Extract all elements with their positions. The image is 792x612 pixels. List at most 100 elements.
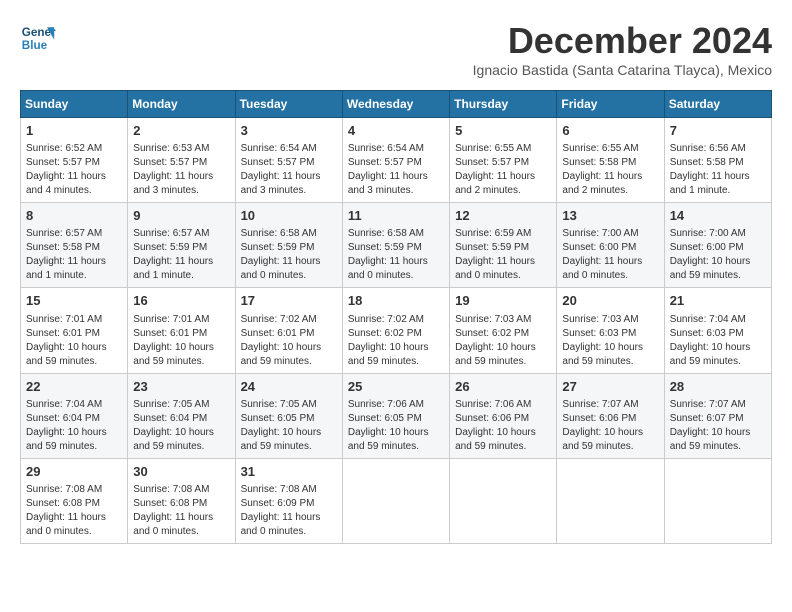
cell-info: Sunset: 6:06 PM [455, 412, 551, 426]
cell-info: Daylight: 10 hours and 59 minutes. [455, 426, 551, 454]
day-number: 11 [348, 207, 444, 225]
day-number: 25 [348, 378, 444, 396]
day-number: 29 [26, 463, 122, 481]
calendar-week-2: 8Sunrise: 6:57 AMSunset: 5:58 PMDaylight… [21, 203, 772, 288]
cell-info: Daylight: 10 hours and 59 minutes. [562, 426, 658, 454]
day-number: 17 [241, 292, 337, 310]
cell-info: Sunset: 6:06 PM [562, 412, 658, 426]
cell-info: Sunrise: 6:53 AM [133, 142, 229, 156]
cell-info: Daylight: 10 hours and 59 minutes. [26, 426, 122, 454]
col-wednesday: Wednesday [342, 91, 449, 118]
day-number: 7 [670, 122, 766, 140]
cell-info: Sunset: 6:02 PM [348, 327, 444, 341]
cell-info: Daylight: 11 hours and 4 minutes. [26, 170, 122, 198]
calendar-cell: 19Sunrise: 7:03 AMSunset: 6:02 PMDayligh… [450, 288, 557, 373]
cell-info: Sunrise: 6:57 AM [26, 227, 122, 241]
day-number: 10 [241, 207, 337, 225]
cell-info: Sunset: 5:57 PM [348, 156, 444, 170]
calendar-cell: 15Sunrise: 7:01 AMSunset: 6:01 PMDayligh… [21, 288, 128, 373]
cell-info: Sunrise: 7:08 AM [241, 483, 337, 497]
cell-info: Sunset: 6:03 PM [562, 327, 658, 341]
cell-info: Sunrise: 6:54 AM [348, 142, 444, 156]
cell-info: Sunset: 6:00 PM [670, 241, 766, 255]
cell-info: Daylight: 11 hours and 1 minute. [26, 255, 122, 283]
cell-info: Sunset: 5:59 PM [455, 241, 551, 255]
cell-info: Daylight: 10 hours and 59 minutes. [670, 341, 766, 369]
month-title: December 2024 [473, 20, 772, 62]
calendar-cell: 29Sunrise: 7:08 AMSunset: 6:08 PMDayligh… [21, 458, 128, 543]
cell-info: Daylight: 10 hours and 59 minutes. [241, 341, 337, 369]
cell-info: Sunset: 5:57 PM [455, 156, 551, 170]
cell-info: Sunrise: 6:58 AM [348, 227, 444, 241]
cell-info: Sunset: 6:03 PM [670, 327, 766, 341]
cell-info: Daylight: 11 hours and 3 minutes. [348, 170, 444, 198]
cell-info: Daylight: 11 hours and 1 minute. [133, 255, 229, 283]
day-number: 20 [562, 292, 658, 310]
day-number: 31 [241, 463, 337, 481]
day-number: 12 [455, 207, 551, 225]
calendar-cell: 14Sunrise: 7:00 AMSunset: 6:00 PMDayligh… [664, 203, 771, 288]
cell-info: Sunset: 6:05 PM [348, 412, 444, 426]
calendar-cell: 24Sunrise: 7:05 AMSunset: 6:05 PMDayligh… [235, 373, 342, 458]
calendar-cell: 25Sunrise: 7:06 AMSunset: 6:05 PMDayligh… [342, 373, 449, 458]
cell-info: Sunrise: 7:07 AM [562, 398, 658, 412]
cell-info: Daylight: 10 hours and 59 minutes. [348, 341, 444, 369]
logo: General Blue [20, 20, 60, 56]
day-number: 9 [133, 207, 229, 225]
calendar-cell: 11 Sunrise: 6:58 AMSunset: 5:59 PMDayligh… [342, 203, 449, 288]
calendar-cell: 7Sunrise: 6:56 AMSunset: 5:58 PMDaylight… [664, 118, 771, 203]
calendar-week-5: 29Sunrise: 7:08 AMSunset: 6:08 PMDayligh… [21, 458, 772, 543]
cell-info: Sunrise: 6:59 AM [455, 227, 551, 241]
calendar-cell: 31 Sunrise: 7:08 AMSunset: 6:09 PMDayligh… [235, 458, 342, 543]
cell-info: Daylight: 10 hours and 59 minutes. [133, 341, 229, 369]
calendar-cell: 2Sunrise: 6:53 AMSunset: 5:57 PMDaylight… [128, 118, 235, 203]
cell-info: Sunset: 6:08 PM [26, 497, 122, 511]
cell-info: Sunrise: 7:02 AM [348, 313, 444, 327]
cell-info: Sunset: 5:59 PM [133, 241, 229, 255]
day-number: 13 [562, 207, 658, 225]
calendar-cell: 4Sunrise: 6:54 AMSunset: 5:57 PMDaylight… [342, 118, 449, 203]
cell-info: Sunset: 6:08 PM [133, 497, 229, 511]
cell-info: Daylight: 11 hours and 0 minutes. [26, 511, 122, 539]
calendar-cell: 26Sunrise: 7:06 AMSunset: 6:06 PMDayligh… [450, 373, 557, 458]
cell-info: Sunset: 5:58 PM [26, 241, 122, 255]
cell-info: Sunrise: 6:54 AM [241, 142, 337, 156]
cell-info: Daylight: 11 hours and 0 minutes. [241, 511, 337, 539]
cell-info: Sunset: 5:59 PM [241, 241, 337, 255]
cell-info: Sunrise: 7:01 AM [133, 313, 229, 327]
cell-info: Daylight: 10 hours and 59 minutes. [133, 426, 229, 454]
cell-info: Sunrise: 6:56 AM [670, 142, 766, 156]
calendar-week-4: 22Sunrise: 7:04 AMSunset: 6:04 PMDayligh… [21, 373, 772, 458]
calendar-week-1: 1Sunrise: 6:52 AMSunset: 5:57 PMDaylight… [21, 118, 772, 203]
calendar-cell [557, 458, 664, 543]
cell-info: Sunrise: 7:08 AM [133, 483, 229, 497]
col-friday: Friday [557, 91, 664, 118]
cell-info: Sunset: 6:00 PM [562, 241, 658, 255]
calendar-cell: 9 Sunrise: 6:57 AMSunset: 5:59 PMDaylight… [128, 203, 235, 288]
cell-info: Sunrise: 6:55 AM [562, 142, 658, 156]
cell-info: Sunset: 6:01 PM [26, 327, 122, 341]
calendar-cell: 17Sunrise: 7:02 AMSunset: 6:01 PMDayligh… [235, 288, 342, 373]
day-number: 19 [455, 292, 551, 310]
cell-info: Sunset: 6:01 PM [241, 327, 337, 341]
day-number: 22 [26, 378, 122, 396]
calendar-cell [664, 458, 771, 543]
cell-info: Sunrise: 7:04 AM [26, 398, 122, 412]
cell-info: Daylight: 11 hours and 0 minutes. [348, 255, 444, 283]
day-number: 16 [133, 292, 229, 310]
cell-info: Sunrise: 7:06 AM [348, 398, 444, 412]
calendar-cell: 21Sunrise: 7:04 AMSunset: 6:03 PMDayligh… [664, 288, 771, 373]
calendar-cell [450, 458, 557, 543]
cell-info: Sunset: 6:04 PM [26, 412, 122, 426]
cell-info: Daylight: 11 hours and 0 minutes. [133, 511, 229, 539]
calendar-cell: 30Sunrise: 7:08 AMSunset: 6:08 PMDayligh… [128, 458, 235, 543]
cell-info: Sunrise: 7:05 AM [241, 398, 337, 412]
cell-info: Sunset: 6:09 PM [241, 497, 337, 511]
calendar-cell: 3Sunrise: 6:54 AMSunset: 5:57 PMDaylight… [235, 118, 342, 203]
cell-info: Daylight: 11 hours and 0 minutes. [455, 255, 551, 283]
cell-info: Sunrise: 6:58 AM [241, 227, 337, 241]
calendar-cell: 20Sunrise: 7:03 AMSunset: 6:03 PMDayligh… [557, 288, 664, 373]
col-sunday: Sunday [21, 91, 128, 118]
cell-info: Sunset: 5:59 PM [348, 241, 444, 255]
cell-info: Sunrise: 6:57 AM [133, 227, 229, 241]
